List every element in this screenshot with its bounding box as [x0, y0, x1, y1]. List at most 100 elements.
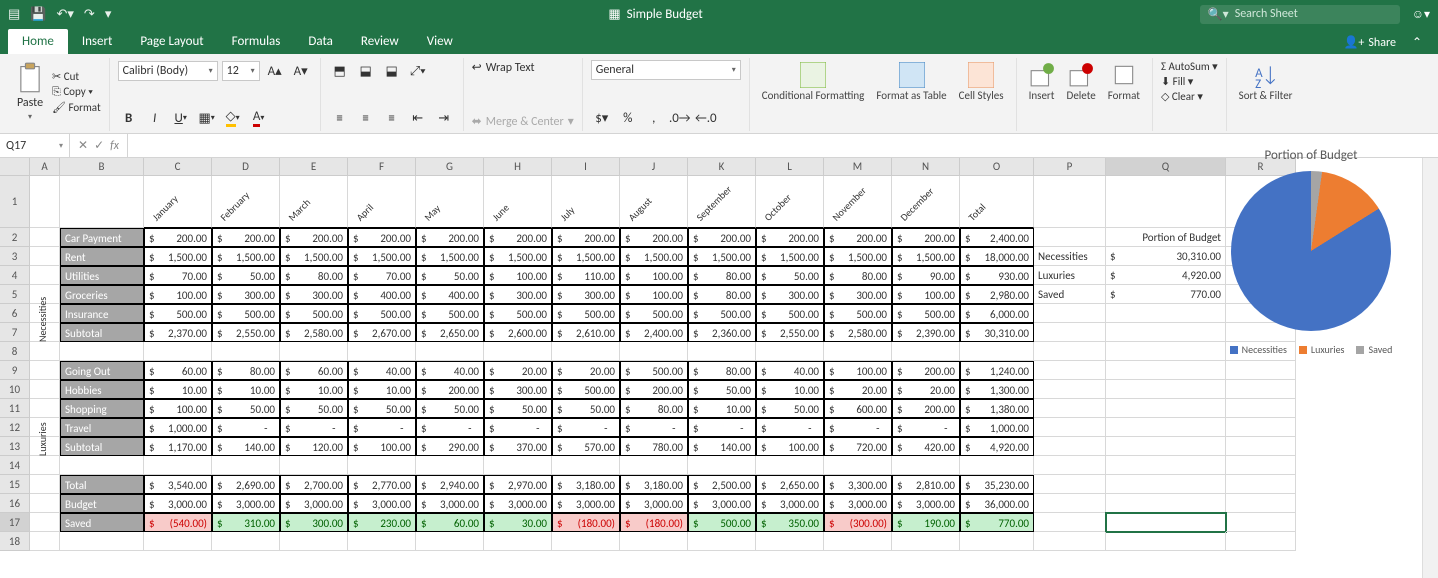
cell[interactable]	[484, 456, 552, 475]
cell[interactable]	[1034, 475, 1106, 494]
delete-cells-button[interactable]: Delete	[1063, 60, 1100, 104]
cell[interactable]: $-	[756, 418, 824, 437]
increase-font-button[interactable]: A▴	[264, 60, 286, 82]
cell[interactable]	[960, 456, 1034, 475]
cell[interactable]	[416, 532, 484, 551]
format-as-table-button[interactable]: Format as Table	[872, 60, 950, 104]
cell[interactable]	[620, 532, 688, 551]
cell[interactable]: July	[552, 176, 620, 228]
cell[interactable]	[1226, 532, 1296, 551]
row-header-6[interactable]: 6	[0, 304, 30, 323]
cell[interactable]	[756, 532, 824, 551]
row-header-9[interactable]: 9	[0, 361, 30, 380]
insert-cells-button[interactable]: Insert	[1025, 60, 1059, 104]
bold-button[interactable]: B	[118, 107, 140, 129]
col-header-L[interactable]: L	[756, 158, 824, 176]
number-format-select[interactable]: General▾	[591, 60, 741, 80]
cell[interactable]	[552, 456, 620, 475]
cell[interactable]: Total	[60, 475, 144, 494]
cell[interactable]: $50.00	[212, 266, 280, 285]
cell[interactable]: $30.00	[484, 513, 552, 532]
autosum-button[interactable]: Σ AutoSum ▾	[1161, 60, 1218, 73]
cell[interactable]	[552, 342, 620, 361]
cell[interactable]	[60, 342, 144, 361]
row-header-3[interactable]: 3	[0, 247, 30, 266]
cell[interactable]: $2,940.00	[416, 475, 484, 494]
qat-caret-icon[interactable]: ▾	[105, 7, 112, 22]
cell[interactable]: $3,000.00	[552, 494, 620, 513]
row-header-16[interactable]: 16	[0, 494, 30, 513]
cell[interactable]	[1226, 513, 1296, 532]
cell[interactable]: $110.00	[552, 266, 620, 285]
cell[interactable]: $3,180.00	[620, 475, 688, 494]
cell[interactable]	[1226, 418, 1296, 437]
enter-formula-icon[interactable]: ✓	[94, 138, 104, 153]
cell[interactable]	[30, 456, 60, 475]
cell[interactable]: $200.00	[280, 228, 348, 247]
col-header-P[interactable]: P	[1034, 158, 1106, 176]
cell[interactable]: $-	[416, 418, 484, 437]
cell[interactable]: $2,500.00	[688, 475, 756, 494]
cell[interactable]	[1226, 380, 1296, 399]
cell[interactable]: $10.00	[348, 380, 416, 399]
cell[interactable]: $-	[824, 418, 892, 437]
cell[interactable]: $100.00	[892, 285, 960, 304]
cell[interactable]: $1,500.00	[620, 247, 688, 266]
cell[interactable]: October	[756, 176, 824, 228]
cell[interactable]	[30, 513, 60, 532]
tab-data[interactable]: Data	[294, 29, 347, 54]
col-header-K[interactable]: K	[688, 158, 756, 176]
cell[interactable]: $80.00	[688, 361, 756, 380]
cell[interactable]: $50.00	[552, 399, 620, 418]
cell[interactable]	[144, 532, 212, 551]
cell[interactable]: $140.00	[688, 437, 756, 456]
cell[interactable]: $500.00	[280, 304, 348, 323]
cell[interactable]	[1226, 361, 1296, 380]
cell[interactable]: $200.00	[620, 380, 688, 399]
cell[interactable]	[620, 456, 688, 475]
row-header-13[interactable]: 13	[0, 437, 30, 456]
smiley-icon[interactable]: ☺▾	[1412, 7, 1430, 22]
cell[interactable]: $190.00	[892, 513, 960, 532]
col-header-M[interactable]: M	[824, 158, 892, 176]
cell[interactable]	[416, 456, 484, 475]
col-header-B[interactable]: B	[60, 158, 144, 176]
cell[interactable]: Going Out	[60, 361, 144, 380]
cell[interactable]	[1226, 475, 1296, 494]
cell[interactable]: January	[144, 176, 212, 228]
cell[interactable]: $40.00	[348, 361, 416, 380]
cell[interactable]: $(180.00)	[552, 513, 620, 532]
cell[interactable]	[484, 532, 552, 551]
cell[interactable]	[1034, 228, 1106, 247]
decrease-indent-button[interactable]: ⇤	[407, 107, 429, 129]
cell[interactable]: $60.00	[416, 513, 484, 532]
name-box[interactable]: Q17▾	[0, 134, 70, 157]
cell[interactable]: $200.00	[892, 399, 960, 418]
cell[interactable]: $10.00	[144, 380, 212, 399]
cell[interactable]	[1226, 456, 1296, 475]
cell[interactable]: $100.00	[348, 437, 416, 456]
cell[interactable]: $500.00	[824, 304, 892, 323]
cell[interactable]: Budget	[60, 494, 144, 513]
cell[interactable]: September	[688, 176, 756, 228]
cell[interactable]: $570.00	[552, 437, 620, 456]
cell[interactable]: $300.00	[756, 285, 824, 304]
cell[interactable]: $100.00	[620, 285, 688, 304]
format-cells-button[interactable]: Format	[1104, 60, 1144, 104]
cell[interactable]	[348, 456, 416, 475]
cell[interactable]: $2,360.00	[688, 323, 756, 342]
cell[interactable]: $6,000.00	[960, 304, 1034, 323]
align-right-button[interactable]: ≡	[381, 107, 403, 129]
cell[interactable]: $50.00	[416, 266, 484, 285]
cell[interactable]	[1034, 494, 1106, 513]
cell[interactable]: Hobbies	[60, 380, 144, 399]
col-header-I[interactable]: I	[552, 158, 620, 176]
vertical-scrollbar[interactable]	[1422, 158, 1438, 578]
font-name-select[interactable]: Calibri (Body)▾	[118, 61, 218, 81]
cell[interactable]	[30, 494, 60, 513]
cell[interactable]: $1,380.00	[960, 399, 1034, 418]
cell[interactable]	[1226, 494, 1296, 513]
cell[interactable]: $4,920.00	[960, 437, 1034, 456]
row-header-18[interactable]: 18	[0, 532, 30, 551]
cell[interactable]: April	[348, 176, 416, 228]
